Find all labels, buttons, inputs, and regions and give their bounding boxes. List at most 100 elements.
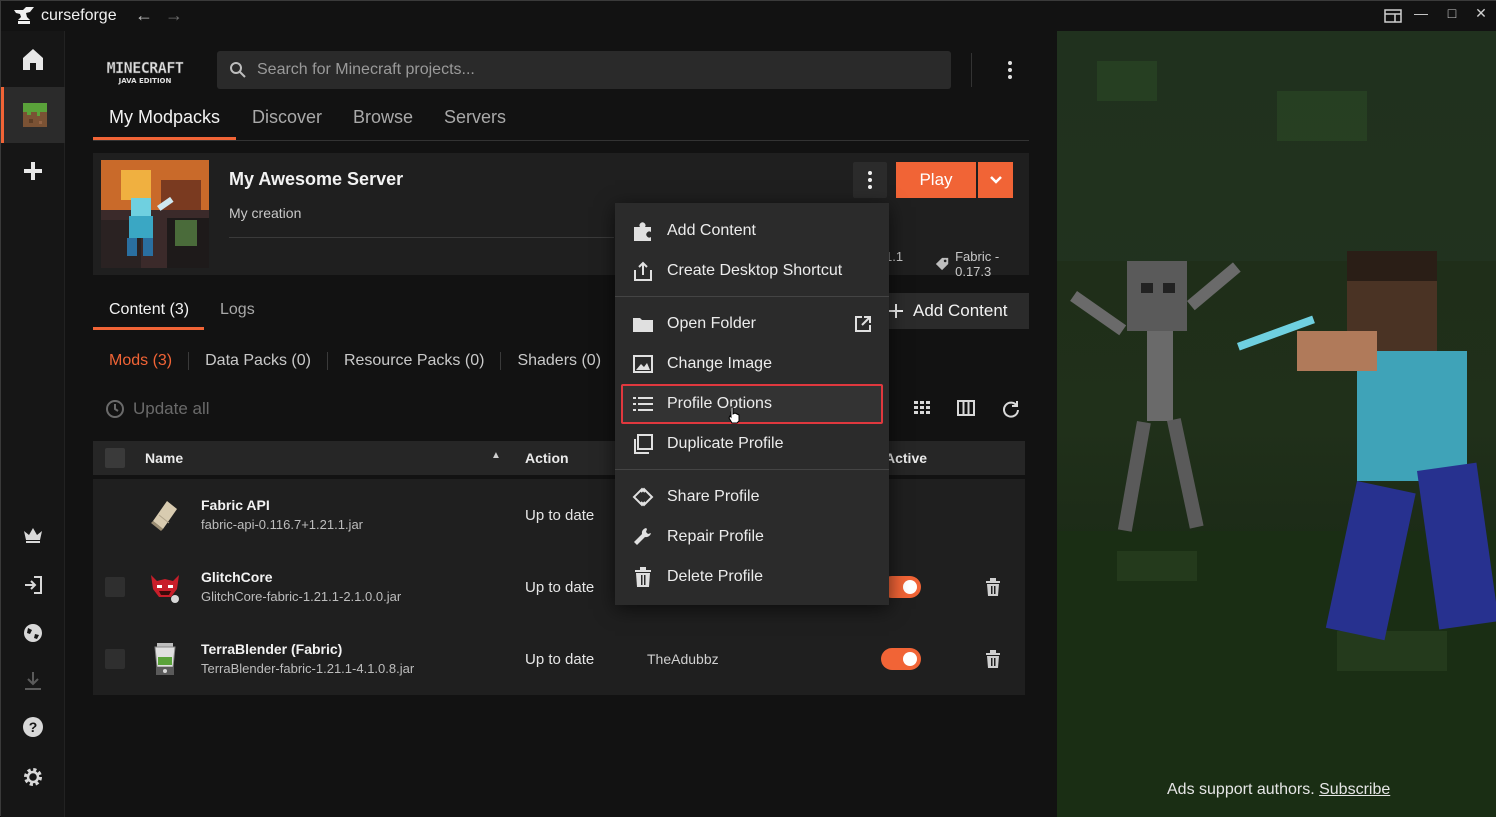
chevron-down-icon bbox=[989, 176, 1002, 184]
menu-item-add-content[interactable]: Add Content bbox=[615, 211, 889, 251]
close-icon[interactable]: ✕ bbox=[1471, 5, 1491, 22]
trash-icon[interactable] bbox=[985, 578, 1001, 596]
tab-logs[interactable]: Logs bbox=[220, 301, 255, 319]
crown-icon[interactable] bbox=[1, 507, 65, 563]
minecraft-grass-icon[interactable] bbox=[1, 87, 65, 143]
column-name[interactable]: Name bbox=[145, 450, 183, 466]
fabric-api-icon bbox=[151, 501, 177, 531]
mod-name: Fabric API bbox=[201, 497, 270, 513]
menu-item-label: Delete Profile bbox=[667, 568, 764, 585]
tab-content[interactable]: Content (3) bbox=[109, 301, 189, 319]
filter-shaders[interactable]: Shaders (0) bbox=[501, 352, 619, 370]
menu-item-open-folder[interactable]: Open Folder bbox=[615, 304, 889, 344]
mod-author[interactable]: TheAdubbz bbox=[647, 651, 719, 667]
menu-item-change-image[interactable]: Change Image bbox=[615, 344, 889, 384]
arrow-left-icon[interactable]: ← bbox=[135, 5, 153, 26]
left-rail: ? bbox=[1, 31, 65, 817]
plus-icon bbox=[889, 304, 903, 318]
glitchcore-icon bbox=[151, 575, 179, 603]
ad-panel: Ads support authors. Subscribe bbox=[1057, 31, 1496, 817]
play-dropdown-button[interactable] bbox=[978, 162, 1013, 198]
help-icon[interactable]: ? bbox=[1, 699, 65, 755]
search-input[interactable] bbox=[257, 51, 937, 89]
settings-icon[interactable] bbox=[1, 749, 65, 805]
more-options-icon bbox=[868, 171, 872, 189]
main-panel: MINECRAFT JAVA EDITION My Modpacks Disco… bbox=[65, 31, 1057, 817]
svg-text:JAVA EDITION: JAVA EDITION bbox=[118, 77, 172, 85]
menu-item-profile-options[interactable]: Profile Options bbox=[621, 384, 883, 424]
minecraft-java-logo: MINECRAFT JAVA EDITION bbox=[106, 59, 184, 85]
layout-icon[interactable] bbox=[1383, 9, 1403, 23]
duplicate-icon bbox=[634, 434, 653, 454]
view-controls bbox=[913, 399, 1021, 419]
profile-menu-button[interactable] bbox=[853, 162, 887, 198]
trash-icon bbox=[635, 567, 651, 587]
row-checkbox[interactable] bbox=[105, 649, 125, 669]
tab-browse[interactable]: Browse bbox=[353, 107, 413, 128]
play-button[interactable]: Play bbox=[896, 162, 976, 198]
folder-icon bbox=[633, 318, 653, 332]
share-link-icon bbox=[632, 487, 654, 507]
maximize-icon[interactable]: □ bbox=[1442, 5, 1462, 21]
search-bar bbox=[217, 51, 951, 89]
mod-file: GlitchCore-fabric-1.21.1-2.1.0.0.jar bbox=[201, 589, 402, 604]
menu-item-label: Open Folder bbox=[667, 315, 756, 332]
menu-divider bbox=[615, 469, 889, 470]
ad-caption-text: Ads support authors. bbox=[1167, 781, 1315, 798]
tag-icon bbox=[935, 257, 949, 271]
active-toggle[interactable] bbox=[881, 648, 921, 670]
search-icon bbox=[230, 62, 246, 78]
terrablender-icon bbox=[154, 643, 176, 675]
tab-servers[interactable]: Servers bbox=[444, 107, 506, 128]
filter-resource-packs[interactable]: Resource Packs (0) bbox=[328, 352, 502, 370]
mod-loader: Fabric - 0.17.3 bbox=[935, 249, 1029, 279]
active-tab-indicator bbox=[93, 327, 204, 330]
minecraft-ad-artwork bbox=[1057, 31, 1496, 817]
tab-discover[interactable]: Discover bbox=[252, 107, 322, 128]
plus-icon[interactable] bbox=[1, 143, 65, 199]
menu-item-duplicate-profile[interactable]: Duplicate Profile bbox=[615, 424, 889, 464]
sort-ascending-icon[interactable]: ▲ bbox=[491, 450, 501, 461]
filter-mods[interactable]: Mods (3) bbox=[109, 352, 190, 370]
menu-item-label: Share Profile bbox=[667, 488, 760, 505]
select-all-checkbox[interactable] bbox=[105, 448, 125, 468]
grid-view-icon[interactable] bbox=[913, 399, 931, 417]
filter-data-packs[interactable]: Data Packs (0) bbox=[189, 352, 328, 370]
refresh-icon[interactable] bbox=[1001, 399, 1021, 419]
add-content-button[interactable]: Add Content bbox=[879, 293, 1029, 329]
profile-context-menu: Add Content Create Desktop Shortcut Open… bbox=[615, 203, 889, 605]
mod-action-status: Up to date bbox=[525, 651, 595, 668]
update-all-button[interactable]: Update all bbox=[105, 399, 210, 419]
column-action[interactable]: Action bbox=[525, 450, 569, 466]
more-options-icon[interactable] bbox=[999, 59, 1021, 81]
menu-item-delete-profile[interactable]: Delete Profile bbox=[615, 557, 889, 597]
tab-my-modpacks[interactable]: My Modpacks bbox=[109, 107, 220, 128]
external-link-icon bbox=[855, 316, 871, 332]
menu-item-label: Duplicate Profile bbox=[667, 435, 784, 452]
minimize-icon[interactable]: — bbox=[1411, 5, 1431, 21]
loader-label: Fabric - 0.17.3 bbox=[955, 249, 1000, 279]
menu-item-create-desktop-shortcut[interactable]: Create Desktop Shortcut bbox=[615, 251, 889, 291]
column-active[interactable]: Active bbox=[885, 450, 927, 466]
svg-text:MINECRAFT: MINECRAFT bbox=[107, 59, 184, 77]
trash-icon[interactable] bbox=[985, 650, 1001, 668]
home-icon[interactable] bbox=[1, 31, 65, 87]
svg-text:?: ? bbox=[29, 719, 38, 735]
menu-item-share-profile[interactable]: Share Profile bbox=[615, 477, 889, 517]
row-checkbox[interactable] bbox=[105, 577, 125, 597]
subscribe-link[interactable]: Subscribe bbox=[1319, 781, 1390, 798]
divider bbox=[971, 53, 972, 87]
profile-thumbnail[interactable] bbox=[101, 160, 209, 268]
list-icon bbox=[633, 397, 653, 411]
table-row[interactable]: TerraBlender (Fabric) TerraBlender-fabri… bbox=[93, 623, 1025, 695]
menu-item-label: Profile Options bbox=[667, 395, 772, 412]
content-tabs: Content (3) Logs bbox=[93, 293, 613, 331]
add-content-label: Add Content bbox=[913, 301, 1008, 320]
mod-name: TerraBlender (Fabric) bbox=[201, 641, 343, 657]
curseforge-logo-icon bbox=[14, 7, 34, 24]
curseforge-window: curseforge ← → — □ ✕ ? MINECRAFT JAVA ED… bbox=[0, 0, 1496, 817]
menu-item-repair-profile[interactable]: Repair Profile bbox=[615, 517, 889, 557]
columns-icon[interactable] bbox=[957, 399, 975, 417]
menu-item-label: Create Desktop Shortcut bbox=[667, 262, 843, 279]
arrow-right-icon[interactable]: → bbox=[165, 5, 183, 26]
